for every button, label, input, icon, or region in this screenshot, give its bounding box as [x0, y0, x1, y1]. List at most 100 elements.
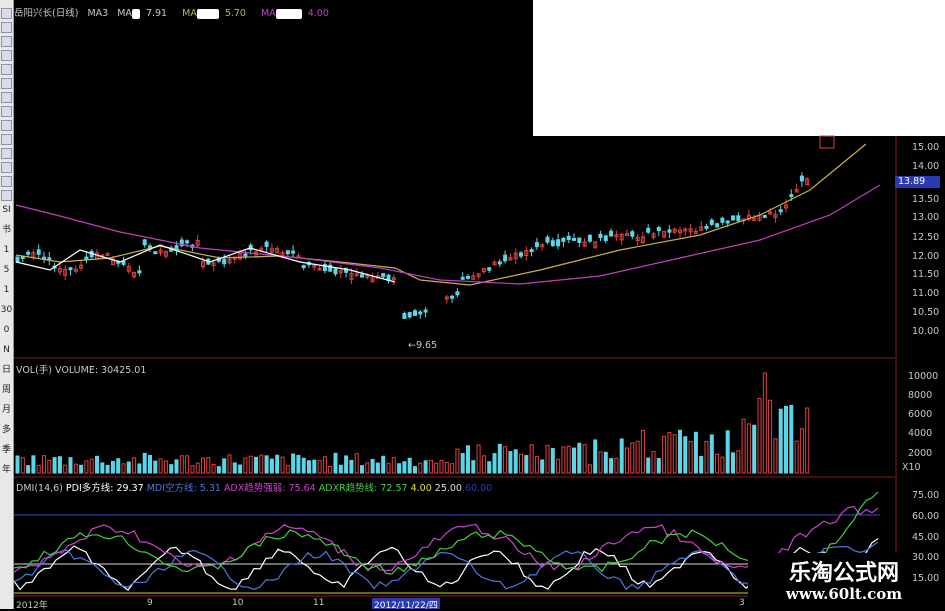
volume-bar — [397, 463, 402, 474]
volume-bar — [132, 457, 137, 474]
candle-body — [360, 274, 364, 278]
volume-bar — [89, 458, 94, 474]
volume-tick-label: 8000 — [908, 390, 933, 401]
volume-bar — [57, 456, 62, 474]
volume-bar — [720, 456, 725, 474]
candle-body — [185, 240, 190, 244]
volume-bar — [423, 460, 428, 474]
candle-body — [243, 253, 248, 257]
candle-body — [423, 309, 428, 313]
volume-bar — [450, 463, 455, 474]
volume-bar — [688, 441, 693, 474]
volume-bar — [768, 399, 773, 474]
volume-bar — [662, 435, 667, 474]
volume-bar — [148, 454, 152, 474]
volume-bar — [243, 457, 248, 474]
volume-bar — [254, 456, 258, 474]
volume-bar — [672, 434, 677, 474]
price-tick-label: 13.00 — [912, 212, 940, 223]
volume-bar — [593, 439, 598, 474]
volume-bar — [752, 424, 757, 474]
candle-body — [264, 241, 269, 247]
volume-bar — [444, 461, 449, 474]
dmi-tick-label: 60.00 — [912, 511, 940, 522]
volume-bar — [349, 459, 354, 474]
volume-bar — [100, 462, 105, 474]
volume-bar — [73, 463, 78, 474]
volume-bar — [259, 454, 264, 474]
price-tick-label: 11.50 — [912, 269, 940, 280]
volume-bar — [524, 455, 529, 474]
volume-bar — [471, 460, 476, 474]
candle-body — [497, 261, 502, 265]
candle-body — [301, 265, 306, 269]
volume-bar — [216, 466, 221, 474]
candle-body — [285, 250, 290, 255]
candle-body — [381, 273, 386, 278]
volume-bar — [163, 460, 168, 474]
stock-chart — [13, 135, 897, 597]
volume-bar — [360, 465, 364, 474]
volume-bar — [757, 397, 762, 474]
volume-bar — [15, 455, 20, 474]
volume-bar — [572, 447, 576, 474]
volume-bar — [47, 459, 52, 474]
volume-bar — [370, 458, 375, 474]
volume-bar — [20, 457, 25, 474]
volume-bar — [746, 423, 751, 474]
volume-bar — [683, 436, 688, 474]
volume-bar — [519, 453, 523, 474]
volume-bar — [762, 372, 767, 474]
volume-bar — [439, 459, 444, 474]
volume-bar — [635, 440, 640, 474]
candle-body — [466, 275, 470, 279]
volume-bar — [609, 458, 614, 474]
volume-bar — [105, 464, 110, 474]
candle-body — [84, 256, 89, 260]
volume-bar — [789, 404, 794, 474]
volume-bar — [407, 457, 412, 474]
volume-bar — [561, 446, 566, 474]
candle-body — [407, 312, 412, 318]
candle-body — [68, 267, 73, 271]
volume-bar — [375, 462, 380, 474]
volume-bar — [566, 445, 571, 474]
candle-body — [709, 219, 714, 225]
candle-body — [519, 252, 523, 257]
volume-bar — [280, 456, 285, 474]
candle-body — [566, 235, 571, 240]
volume-bar — [577, 442, 582, 474]
volume-bar — [110, 460, 115, 474]
candle-body — [413, 310, 417, 316]
candle-body — [789, 194, 794, 198]
volume-bar — [195, 462, 200, 474]
candle-body — [561, 237, 566, 242]
volume-bar — [79, 464, 84, 474]
candle-body — [646, 227, 651, 233]
volume-bar — [52, 457, 57, 474]
volume-bar — [418, 462, 423, 474]
volume-bar — [36, 464, 41, 474]
volume-bar — [799, 428, 804, 474]
volume-bar — [476, 444, 481, 474]
candle-body — [460, 276, 465, 280]
candle-body — [503, 254, 508, 262]
low-price-annotation: ←9.65 — [408, 340, 438, 351]
volume-bar — [709, 434, 714, 474]
volume-bar — [625, 447, 629, 474]
candle-body — [630, 231, 635, 237]
volume-bar — [222, 458, 227, 474]
volume-bar — [619, 438, 624, 474]
volume-bar — [317, 459, 322, 474]
price-tick-label: 11.00 — [912, 288, 940, 299]
candle-body — [121, 260, 126, 265]
candle-body — [778, 209, 783, 213]
volume-bar — [550, 447, 555, 474]
volume-bar — [582, 444, 587, 474]
volume-bar — [603, 451, 608, 474]
candle-body — [487, 267, 492, 271]
volume-bar — [497, 443, 502, 474]
volume-bar — [391, 457, 396, 474]
volume-bar — [513, 449, 518, 474]
volume-bar — [741, 418, 746, 474]
